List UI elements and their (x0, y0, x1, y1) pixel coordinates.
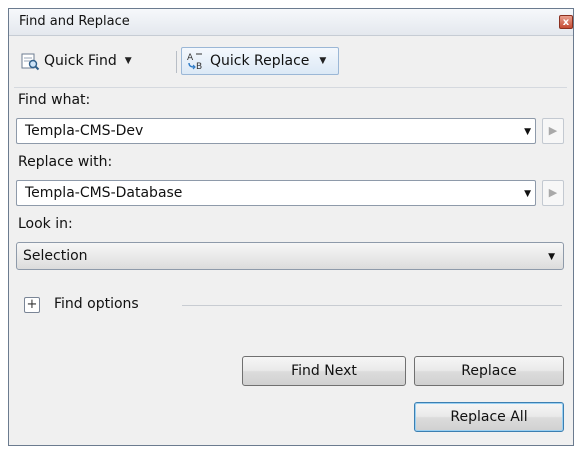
right-arrow-icon: ▶ (548, 124, 558, 137)
replace-expression-builder-button[interactable]: ▶ (542, 180, 564, 206)
replace-with-combo[interactable]: Templa-CMS-Database ▼ (16, 180, 536, 206)
binoculars-icon (20, 51, 40, 71)
find-what-value[interactable]: Templa-CMS-Dev (25, 123, 143, 139)
toolbar: Quick Find ▼ A B Quick Replace ▼ (14, 43, 569, 77)
replace-with-label: Replace with: (18, 154, 113, 170)
find-what-combo[interactable]: Templa-CMS-Dev ▼ (16, 118, 536, 144)
replace-pane: Find what: Templa-CMS-Dev ▼ ▶ Replace wi… (14, 87, 567, 440)
close-button[interactable]: x (559, 15, 573, 29)
window-title: Find and Replace (19, 14, 130, 29)
look-in-label: Look in: (18, 216, 73, 232)
replace-all-button[interactable]: Replace All (414, 402, 564, 432)
look-in-value: Selection (23, 248, 88, 264)
replace-with-value[interactable]: Templa-CMS-Database (25, 185, 182, 201)
quick-replace-button[interactable]: A B Quick Replace ▼ (181, 47, 339, 75)
look-in-dropdown-icon[interactable]: ▼ (548, 252, 555, 262)
quick-find-button[interactable]: Quick Find ▼ (20, 47, 132, 75)
quick-find-dropdown-icon[interactable]: ▼ (125, 56, 132, 66)
find-options-expander[interactable]: + (24, 297, 40, 313)
right-arrow-icon: ▶ (548, 186, 558, 199)
toolbar-separator (176, 51, 177, 73)
quick-find-label: Quick Find (44, 53, 117, 69)
find-history-dropdown-icon[interactable]: ▼ (524, 127, 531, 137)
replace-button[interactable]: Replace (414, 356, 564, 386)
find-options-divider (182, 305, 562, 306)
quick-replace-dropdown-icon[interactable]: ▼ (319, 56, 326, 66)
replace-icon: A B (186, 51, 206, 72)
find-options-label[interactable]: Find options (54, 296, 139, 312)
find-what-label: Find what: (18, 92, 91, 108)
title-bar[interactable]: Find and Replace x (9, 9, 573, 36)
find-expression-builder-button[interactable]: ▶ (542, 118, 564, 144)
svg-text:B: B (196, 62, 202, 71)
look-in-select[interactable]: Selection ▼ (16, 242, 564, 270)
replace-history-dropdown-icon[interactable]: ▼ (524, 189, 531, 199)
find-next-button[interactable]: Find Next (242, 356, 406, 386)
quick-replace-label: Quick Replace (210, 53, 310, 69)
close-icon: x (562, 17, 570, 28)
svg-text:A: A (187, 53, 194, 63)
plus-icon: + (26, 297, 38, 312)
find-replace-dialog: Find and Replace x Quick Find ▼ A B Quic… (8, 8, 574, 446)
